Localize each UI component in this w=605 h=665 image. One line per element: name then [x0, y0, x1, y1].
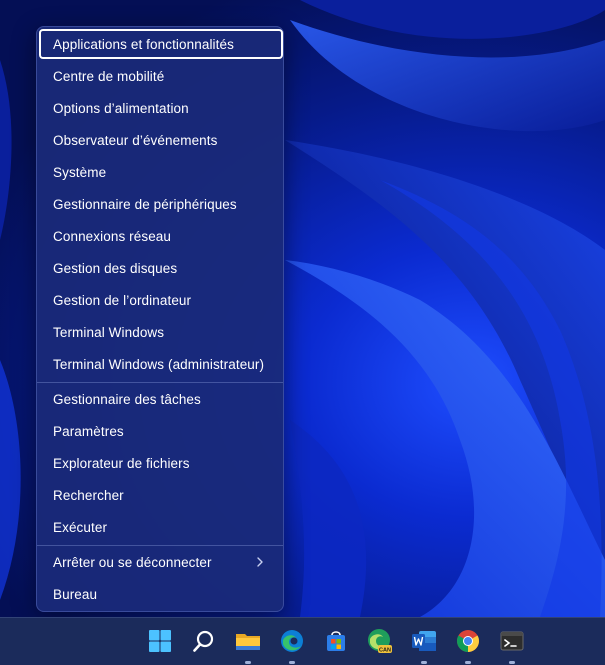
- menu-item-event-viewer[interactable]: Observateur d’événements: [39, 125, 283, 155]
- menu-item-label: Terminal Windows: [53, 324, 165, 340]
- menu-item-power-options[interactable]: Options d’alimentation: [39, 93, 283, 123]
- menu-item-file-explorer[interactable]: Explorateur de fichiers: [39, 448, 283, 478]
- chevron-right-icon: [257, 557, 263, 567]
- menu-item-system[interactable]: Système: [39, 157, 283, 187]
- menu-item-task-manager[interactable]: Gestionnaire des tâches: [39, 384, 283, 414]
- menu-item-label: Paramètres: [53, 423, 124, 439]
- windows-start-icon[interactable]: [145, 626, 175, 656]
- menu-item-label: Observateur d’événements: [53, 132, 218, 148]
- menu-item-device-manager[interactable]: Gestionnaire de périphériques: [39, 189, 283, 219]
- menu-item-label: Options d’alimentation: [53, 100, 189, 116]
- menu-item-desktop[interactable]: Bureau: [39, 579, 283, 609]
- running-indicator: [245, 661, 251, 664]
- running-indicator: [289, 661, 295, 664]
- menu-item-label: Gestion de l’ordinateur: [53, 292, 192, 308]
- menu-item-computer-management[interactable]: Gestion de l’ordinateur: [39, 285, 283, 315]
- menu-item-label: Connexions réseau: [53, 228, 172, 244]
- menu-item-label: Centre de mobilité: [53, 68, 165, 84]
- menu-item-terminal-admin[interactable]: Terminal Windows (administrateur): [39, 349, 283, 379]
- winx-context-menu: Applications et fonctionnalités Centre d…: [36, 26, 284, 612]
- menu-item-label: Gestion des disques: [53, 260, 178, 276]
- menu-item-label: Gestionnaire de périphériques: [53, 196, 237, 212]
- menu-item-network-connections[interactable]: Connexions réseau: [39, 221, 283, 251]
- search-icon[interactable]: [189, 626, 219, 656]
- menu-item-shutdown-signout[interactable]: Arrêter ou se déconnecter: [39, 547, 283, 577]
- running-indicator: [465, 661, 471, 664]
- word-icon[interactable]: [409, 626, 439, 656]
- menu-item-settings[interactable]: Paramètres: [39, 416, 283, 446]
- menu-item-apps-features[interactable]: Applications et fonctionnalités: [39, 29, 283, 59]
- store-icon[interactable]: [321, 626, 351, 656]
- running-indicator: [509, 661, 515, 664]
- menu-item-label: Applications et fonctionnalités: [53, 36, 234, 52]
- menu-item-label: Terminal Windows (administrateur): [53, 356, 265, 372]
- canary-badge: CAN: [379, 647, 391, 653]
- menu-item-label: Gestionnaire des tâches: [53, 391, 201, 407]
- menu-separator: [37, 545, 283, 546]
- menu-item-label: Système: [53, 164, 107, 180]
- file-explorer-icon[interactable]: [233, 626, 263, 656]
- menu-item-run[interactable]: Exécuter: [39, 512, 283, 542]
- menu-item-terminal[interactable]: Terminal Windows: [39, 317, 283, 347]
- menu-item-label: Bureau: [53, 586, 98, 602]
- edge-icon[interactable]: [277, 626, 307, 656]
- menu-item-label: Rechercher: [53, 487, 124, 503]
- menu-item-label: Explorateur de fichiers: [53, 455, 190, 471]
- taskbar: CAN: [0, 617, 605, 665]
- menu-item-disk-management[interactable]: Gestion des disques: [39, 253, 283, 283]
- running-indicator: [421, 661, 427, 664]
- menu-item-mobility-center[interactable]: Centre de mobilité: [39, 61, 283, 91]
- menu-item-label: Exécuter: [53, 519, 108, 535]
- menu-separator: [37, 382, 283, 383]
- terminal-icon[interactable]: [497, 626, 527, 656]
- edge-canary-icon[interactable]: CAN: [365, 626, 395, 656]
- menu-item-label: Arrêter ou se déconnecter: [53, 554, 212, 570]
- chrome-icon[interactable]: [453, 626, 483, 656]
- menu-item-search[interactable]: Rechercher: [39, 480, 283, 510]
